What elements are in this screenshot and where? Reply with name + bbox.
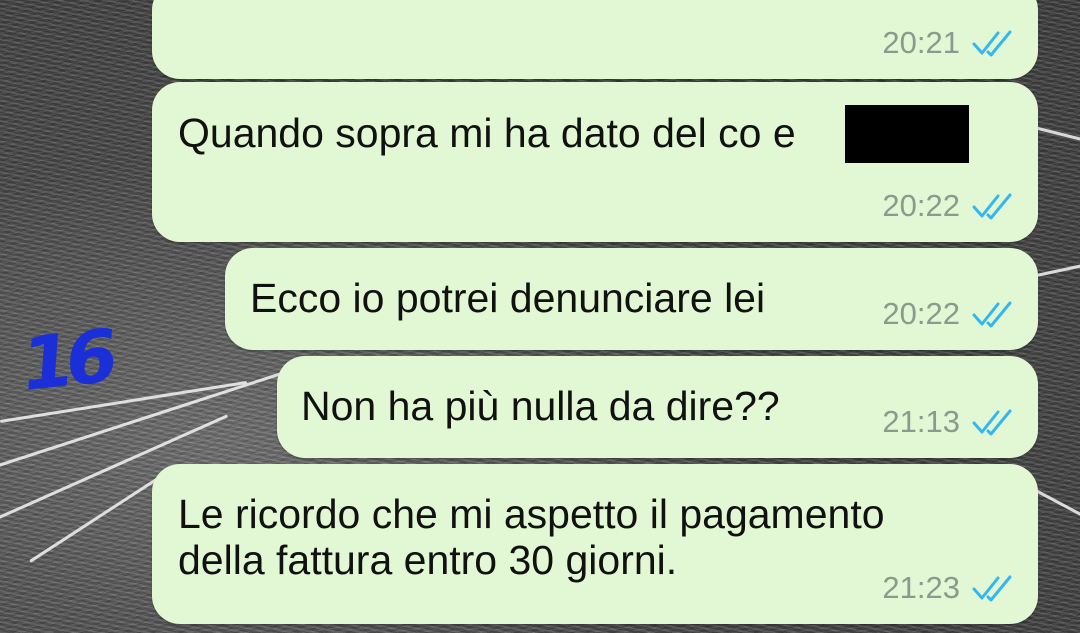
message-bubble-outgoing[interactable]: Ecco io potrei denunciare lei 20:22 [225, 248, 1038, 350]
message-bubble-outgoing[interactable]: Non ha più nulla da dire?? 21:13 [277, 356, 1038, 458]
message-time: 21:13 [882, 404, 960, 439]
message-bubble-outgoing[interactable]: 20:21 [152, 0, 1038, 79]
message-text: Ecco io potrei denunciare lei [250, 275, 766, 321]
double-check-icon [972, 575, 1012, 602]
handwritten-annotation: 16 [18, 313, 113, 409]
message-text: Quando sopra mi ha dato del co e [178, 110, 796, 156]
double-check-icon [972, 301, 1012, 328]
message-meta: 21:23 [882, 570, 1012, 606]
message-meta: 20:21 [882, 25, 1012, 61]
double-check-icon [972, 30, 1012, 57]
message-text: Non ha più nulla da dire?? [301, 383, 780, 429]
message-time: 20:21 [882, 25, 960, 60]
message-time: 20:22 [882, 188, 960, 223]
message-meta: 20:22 [882, 296, 1012, 332]
message-meta: 20:22 [882, 188, 1012, 224]
message-bubble-outgoing[interactable]: Le ricordo che mi aspetto il pagamento d… [152, 464, 1038, 624]
message-meta: 21:13 [882, 404, 1012, 440]
message-text: Le ricordo che mi aspetto il pagamento d… [178, 491, 885, 583]
message-time: 20:22 [882, 296, 960, 331]
message-time: 21:23 [882, 570, 960, 605]
redaction-box [845, 105, 969, 163]
double-check-icon [972, 193, 1012, 220]
message-bubble-outgoing[interactable]: Quando sopra mi ha dato del co e 20:22 [152, 82, 1038, 242]
double-check-icon [972, 409, 1012, 436]
